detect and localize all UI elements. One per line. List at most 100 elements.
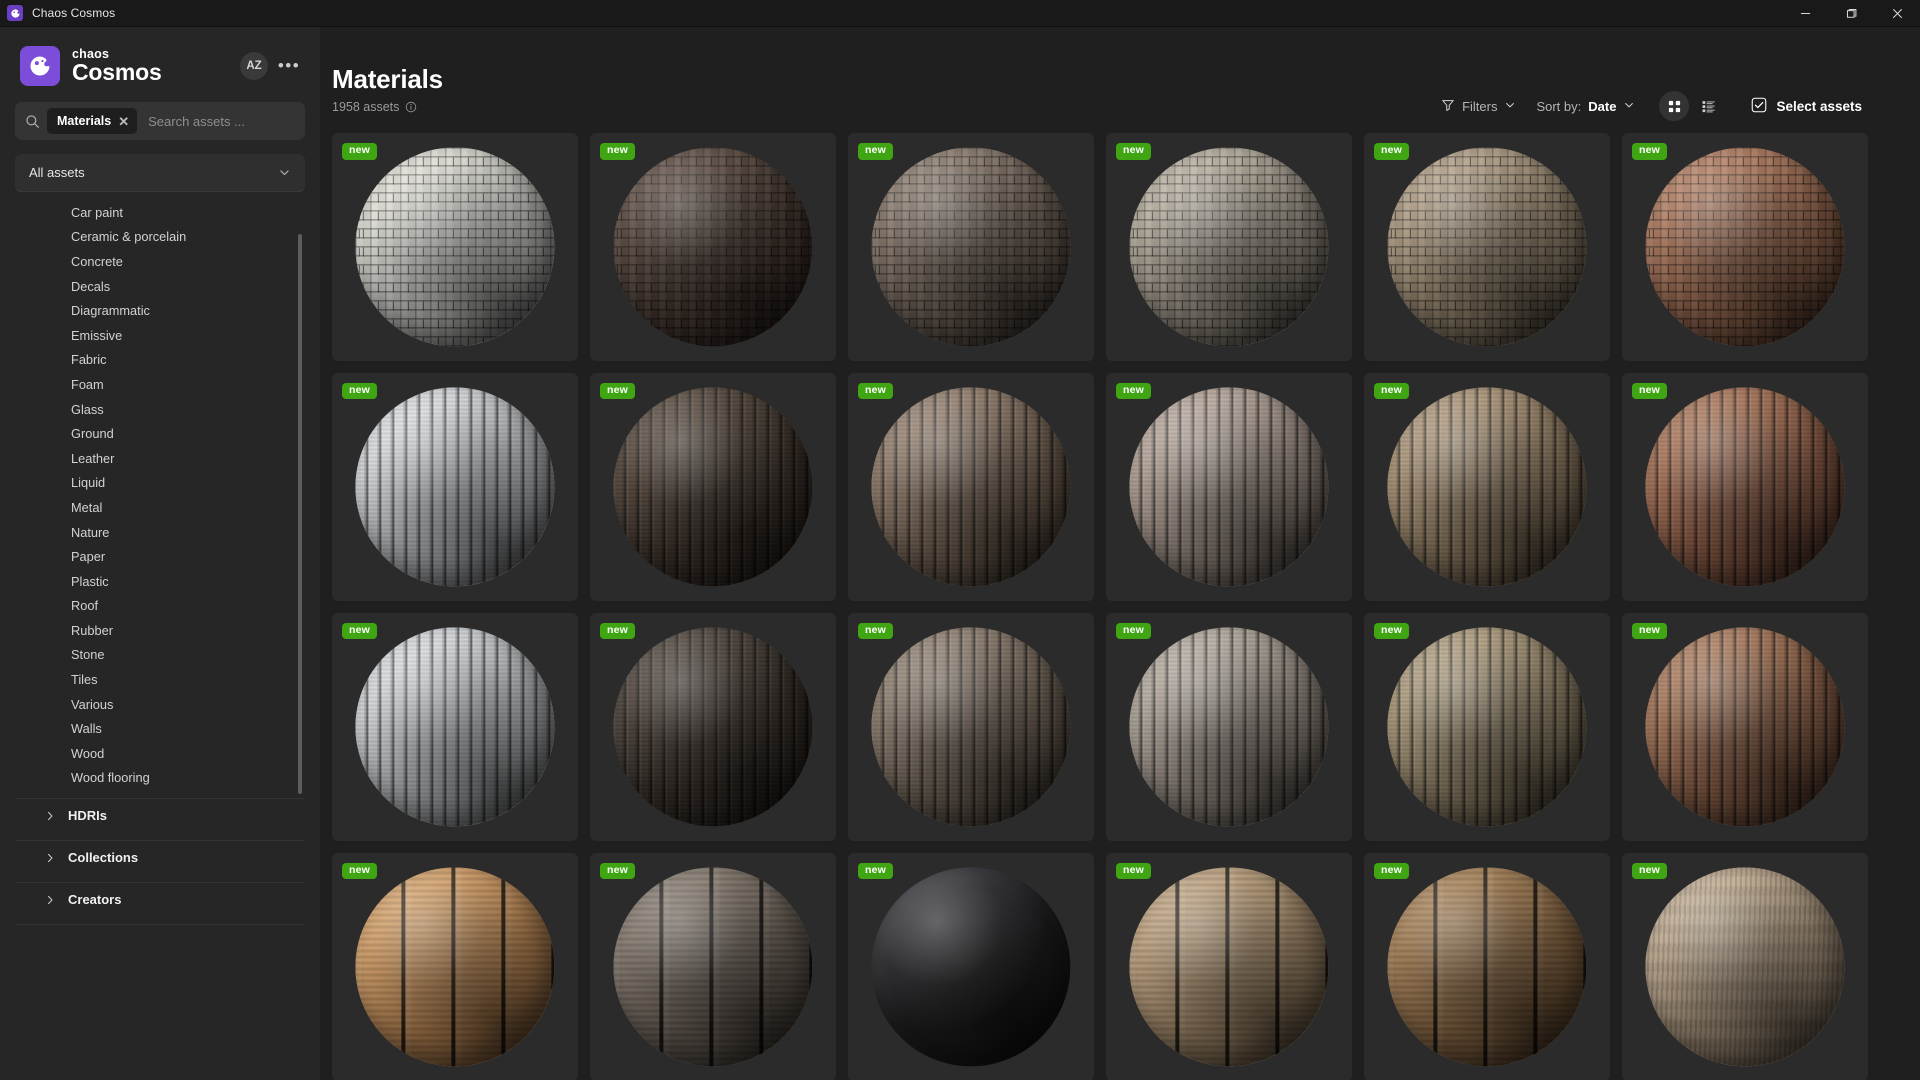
main-header: Materials 1958 assets	[320, 27, 1920, 121]
sidebar-item-walls[interactable]: Walls	[0, 716, 320, 741]
asset-card[interactable]: new	[332, 133, 578, 361]
asset-card[interactable]: new	[1106, 133, 1352, 361]
sidebar-item-glass[interactable]: Glass	[0, 397, 320, 422]
sidebar-item-stone[interactable]: Stone	[0, 643, 320, 668]
asset-card[interactable]: new	[590, 853, 836, 1080]
sidebar-item-metal[interactable]: Metal	[0, 495, 320, 520]
filter-chip-remove-icon[interactable]: ✕	[118, 115, 129, 128]
new-badge: new	[600, 143, 635, 160]
all-assets-dropdown[interactable]: All assets	[15, 154, 305, 192]
new-badge: new	[1374, 143, 1409, 160]
window-titlebar: Chaos Cosmos	[0, 0, 1920, 27]
asset-card[interactable]: new	[1622, 133, 1868, 361]
sidebar-item-nature[interactable]: Nature	[0, 520, 320, 545]
sphere-shading	[1129, 627, 1328, 826]
avatar[interactable]: AZ	[240, 52, 268, 80]
info-icon[interactable]	[405, 101, 417, 113]
select-assets-button[interactable]: Select assets	[1745, 92, 1868, 121]
material-sphere-preview	[1645, 387, 1844, 586]
asset-card[interactable]: new	[332, 373, 578, 601]
sidebar-item-label: Car paint	[71, 205, 123, 220]
sidebar-item-roof[interactable]: Roof	[0, 594, 320, 619]
sidebar-item-foam[interactable]: Foam	[0, 372, 320, 397]
asset-card[interactable]: new	[1364, 613, 1610, 841]
sidebar-item-diagrammatic[interactable]: Diagrammatic	[0, 298, 320, 323]
search-bar[interactable]: Materials ✕	[15, 102, 305, 140]
asset-card[interactable]: new	[590, 613, 836, 841]
search-input[interactable]	[144, 114, 324, 129]
material-sphere-preview	[355, 867, 554, 1066]
grid-view-button[interactable]	[1659, 91, 1689, 121]
filter-chip-materials[interactable]: Materials ✕	[47, 108, 137, 134]
sidebar-item-liquid[interactable]: Liquid	[0, 471, 320, 496]
sidebar-item-tiles[interactable]: Tiles	[0, 667, 320, 692]
sidebar-item-wood-flooring[interactable]: Wood flooring	[0, 766, 320, 791]
asset-card[interactable]: new	[332, 853, 578, 1080]
sphere-shading	[355, 867, 554, 1066]
sidebar-section-hdris[interactable]: HDRIs	[0, 799, 320, 832]
material-sphere-preview	[1387, 147, 1586, 346]
sidebar-section-collections[interactable]: Collections	[0, 841, 320, 874]
brand-header: chaos Cosmos AZ •••	[0, 32, 320, 96]
sidebar-item-decals[interactable]: Decals	[0, 274, 320, 299]
material-sphere-preview	[355, 387, 554, 586]
asset-card[interactable]: new	[332, 613, 578, 841]
sidebar-item-rubber[interactable]: Rubber	[0, 618, 320, 643]
asset-card[interactable]: new	[848, 613, 1094, 841]
asset-card[interactable]: new	[1106, 373, 1352, 601]
asset-card[interactable]: new	[590, 133, 836, 361]
sort-by-button[interactable]: Sort by: Date	[1526, 94, 1645, 119]
asset-card[interactable]: new	[1364, 373, 1610, 601]
sidebar-item-label: Concrete	[71, 254, 123, 269]
sidebar-item-fabric[interactable]: Fabric	[0, 348, 320, 373]
asset-card[interactable]: new	[848, 373, 1094, 601]
sidebar-section-creators[interactable]: Creators	[0, 883, 320, 916]
asset-card[interactable]: new	[1622, 853, 1868, 1080]
sidebar-item-ground[interactable]: Ground	[0, 421, 320, 446]
asset-grid-scroll: newnewnewnewnewnewnewnewnewnewnewnewnewn…	[320, 121, 1920, 1080]
sidebar-scroll-area: Car paint Ceramic & porcelain Concrete Deca…	[0, 196, 320, 1080]
asset-card[interactable]: new	[590, 373, 836, 601]
close-button[interactable]	[1874, 0, 1920, 27]
sidebar-item-label: Wood	[71, 746, 104, 761]
sidebar-item-wood[interactable]: Wood	[0, 741, 320, 766]
material-sphere-preview	[1129, 147, 1328, 346]
more-options-icon[interactable]: •••	[278, 55, 300, 77]
asset-card[interactable]: new	[1106, 853, 1352, 1080]
material-sphere-preview	[613, 387, 812, 586]
sidebar-item-label: Nature	[71, 525, 109, 540]
sidebar-item-label: Liquid	[71, 475, 105, 490]
list-view-button[interactable]	[1693, 91, 1723, 121]
asset-card[interactable]: new	[1622, 373, 1868, 601]
minimize-button[interactable]	[1782, 0, 1828, 27]
asset-card[interactable]: new	[848, 133, 1094, 361]
asset-card[interactable]: new	[1106, 613, 1352, 841]
window-title: Chaos Cosmos	[32, 6, 115, 20]
sidebar-section-label: Collections	[68, 850, 138, 865]
sidebar-item-label: Ceramic & porcelain	[71, 229, 186, 244]
sidebar-item-leather[interactable]: Leather	[0, 446, 320, 471]
filters-button[interactable]: Filters	[1431, 93, 1526, 120]
sidebar-item-various[interactable]: Various	[0, 692, 320, 717]
material-sphere-preview	[355, 627, 554, 826]
new-badge: new	[342, 143, 377, 160]
sidebar-item-paper[interactable]: Paper	[0, 544, 320, 569]
sidebar-item-emissive[interactable]: Emissive	[0, 323, 320, 348]
asset-card[interactable]: new	[848, 853, 1094, 1080]
brand-actions: AZ •••	[240, 52, 300, 80]
sidebar-item-car-paint[interactable]: Car paint	[0, 200, 320, 225]
window-controls	[1782, 0, 1920, 27]
sidebar-item-ceramic-porcelain[interactable]: Ceramic & porcelain	[0, 225, 320, 250]
sphere-shading	[355, 147, 554, 346]
asset-card[interactable]: new	[1364, 133, 1610, 361]
new-badge: new	[1374, 623, 1409, 640]
sidebar-item-label: Leather	[71, 451, 114, 466]
sidebar-scrollbar-thumb[interactable]	[298, 234, 302, 794]
asset-card[interactable]: new	[1622, 613, 1868, 841]
maximize-button[interactable]	[1828, 0, 1874, 27]
asset-card[interactable]: new	[1364, 853, 1610, 1080]
sphere-shading	[1645, 147, 1844, 346]
sidebar-item-concrete[interactable]: Concrete	[0, 249, 320, 274]
sidebar-item-plastic[interactable]: Plastic	[0, 569, 320, 594]
new-badge: new	[1374, 383, 1409, 400]
